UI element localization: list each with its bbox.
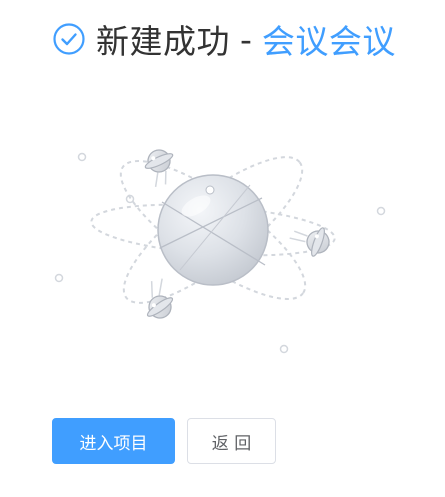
project-name: 会议会议 xyxy=(261,22,396,61)
title-separator: - xyxy=(240,19,252,59)
result-title: 新建成功 xyxy=(96,22,230,61)
back-button[interactable]: 返 回 xyxy=(187,418,276,464)
enter-project-button[interactable]: 进入项目 xyxy=(52,418,175,464)
atom-planet-illustration xyxy=(40,120,410,370)
result-title-row: 新建成功 - 会议会议 xyxy=(52,18,396,61)
check-circle-icon xyxy=(52,22,86,56)
